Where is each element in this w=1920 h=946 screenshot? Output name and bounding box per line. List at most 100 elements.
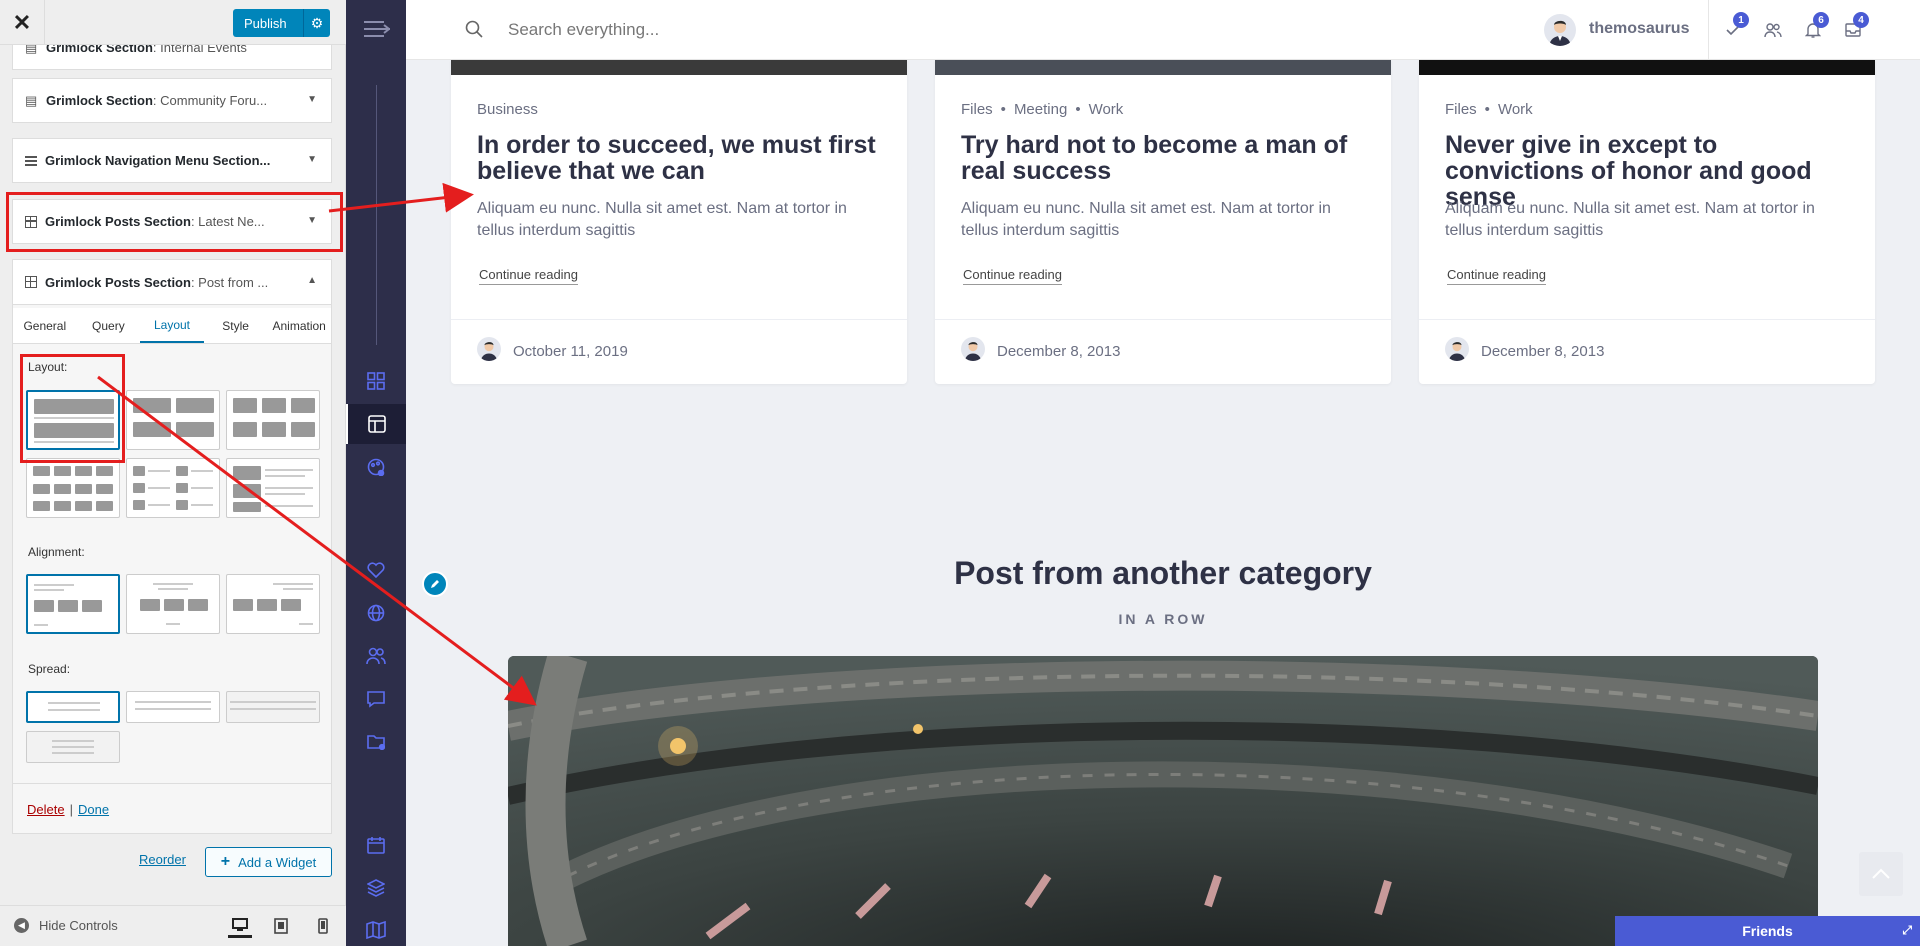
avatar[interactable] [1544, 14, 1576, 46]
section-sub: : Community Foru... [152, 93, 268, 108]
grid-icon [25, 276, 37, 288]
section-row-community-forum[interactable]: ▤ Grimlock Section: Community Foru... ▼ [12, 78, 332, 123]
chat-icon[interactable] [346, 679, 406, 719]
globe-icon[interactable] [346, 593, 406, 633]
widget-header[interactable]: Grimlock Posts Section: Post from ... ▲ [13, 260, 331, 305]
publish-label: Publish [244, 15, 287, 31]
reorder-link[interactable]: Reorder [139, 852, 186, 867]
friends-label: Friends [1742, 923, 1793, 939]
palette-icon[interactable] [346, 447, 406, 487]
tasks-badge: 1 [1733, 12, 1749, 28]
author-avatar[interactable] [1445, 337, 1469, 361]
separator: | [69, 801, 73, 817]
tab-style[interactable]: Style [204, 308, 268, 343]
layers-icon[interactable] [346, 868, 406, 908]
post-date: October 11, 2019 [513, 343, 628, 360]
spread-option-narrow[interactable] [26, 691, 120, 723]
tab-query[interactable]: Query [77, 308, 141, 343]
category-link[interactable]: Meeting [1014, 101, 1067, 118]
post-excerpt: Aliquam eu nunc. Nulla sit amet est. Nam… [477, 200, 847, 239]
add-widget-button[interactable]: + Add a Widget [205, 847, 332, 877]
alignment-option-left[interactable] [26, 574, 120, 634]
widget-name: Grimlock Posts Section [45, 274, 191, 290]
section-subtitle: IN A ROW [1118, 611, 1208, 627]
continue-reading-link[interactable]: Continue reading [1447, 267, 1547, 285]
category-link[interactable]: Files [961, 101, 993, 118]
continue-reading-link[interactable]: Continue reading [479, 267, 579, 285]
post-categories: Files • Work [1445, 101, 1533, 118]
alignment-option-right[interactable] [226, 574, 320, 634]
tablet-preview-icon[interactable] [269, 914, 293, 938]
layout-option-list-2col[interactable] [126, 458, 220, 518]
folder-icon[interactable] [346, 722, 406, 762]
category-link[interactable]: Work [1089, 101, 1124, 118]
caret-up-icon[interactable]: ▲ [307, 275, 317, 286]
section-row-navigation-menu[interactable]: Grimlock Navigation Menu Section... ▼ [12, 138, 332, 183]
tasks-icon[interactable]: 1 [1723, 12, 1749, 40]
nav-rail [346, 0, 406, 946]
notifications-icon[interactable]: 6 [1803, 12, 1829, 40]
heart-icon[interactable] [346, 550, 406, 590]
back-to-top-button[interactable] [1859, 852, 1903, 896]
layout-icon[interactable] [346, 404, 406, 444]
desktop-preview-icon[interactable] [228, 914, 252, 938]
author-avatar[interactable] [961, 337, 985, 361]
close-customizer-button[interactable]: ✕ [0, 0, 45, 45]
continue-reading-link[interactable]: Continue reading [963, 267, 1063, 285]
divider [1708, 0, 1709, 60]
add-widget-label: Add a Widget [238, 854, 317, 870]
messages-badge: 4 [1853, 12, 1869, 28]
author-avatar[interactable] [477, 337, 501, 361]
tab-layout[interactable]: Layout [140, 308, 204, 343]
mobile-preview-icon[interactable] [311, 914, 335, 938]
menu-toggle-icon[interactable] [364, 20, 391, 38]
username[interactable]: themosaurus [1589, 20, 1689, 38]
collapse-icon: ◀ [14, 918, 29, 933]
layout-option-list[interactable] [226, 458, 320, 518]
annotation-highlight-box [6, 192, 343, 252]
annotation-highlight-box [20, 354, 125, 463]
members-icon[interactable] [346, 636, 406, 676]
spread-option-full[interactable] [26, 731, 120, 763]
gear-icon[interactable]: ⚙ [303, 9, 330, 37]
layout-option-2col[interactable] [126, 390, 220, 450]
divider [451, 319, 907, 320]
post-image[interactable] [451, 60, 907, 75]
divider [935, 319, 1391, 320]
search-input[interactable] [508, 18, 908, 42]
done-link[interactable]: Done [78, 802, 109, 817]
messages-icon[interactable]: 4 [1843, 12, 1869, 40]
caret-down-icon[interactable]: ▼ [307, 154, 317, 165]
post-excerpt: Aliquam eu nunc. Nulla sit amet est. Nam… [961, 200, 1331, 239]
expand-icon[interactable]: ⤢ [1902, 923, 1912, 938]
post-title[interactable]: In order to succeed, we must first belie… [477, 132, 887, 184]
caret-down-icon[interactable]: ▼ [307, 94, 317, 105]
hide-controls-button[interactable]: ◀ Hide Controls [14, 918, 118, 933]
category-link[interactable]: Business [477, 101, 538, 118]
post-image[interactable] [1419, 60, 1875, 75]
post-categories: Business [477, 101, 538, 118]
post-image[interactable] [935, 60, 1391, 75]
category-link[interactable]: Work [1498, 101, 1533, 118]
delete-link[interactable]: Delete [27, 802, 65, 817]
spread-option-medium[interactable] [126, 691, 220, 723]
featured-post-image[interactable] [508, 656, 1818, 946]
layout-option-4col[interactable] [26, 458, 120, 518]
category-link[interactable]: Files [1445, 101, 1477, 118]
section-title: Post from another category [954, 555, 1372, 591]
calendar-icon[interactable] [346, 825, 406, 865]
notifications-badge: 6 [1813, 12, 1829, 28]
publish-button[interactable]: Publish ⚙ [233, 9, 330, 37]
friends-chat-bar[interactable]: Friends ⤢ [1615, 916, 1920, 946]
tab-general[interactable]: General [13, 308, 77, 343]
layout-option-3col[interactable] [226, 390, 320, 450]
map-icon[interactable] [346, 910, 406, 946]
rail-divider [376, 85, 377, 345]
friends-icon[interactable] [1763, 20, 1783, 40]
tab-animation[interactable]: Animation [267, 308, 331, 343]
bullet: • [1075, 101, 1081, 118]
dashboard-icon[interactable] [346, 361, 406, 401]
post-title[interactable]: Try hard not to become a man of real suc… [961, 132, 1371, 184]
spread-option-wide[interactable] [226, 691, 320, 723]
alignment-option-center[interactable] [126, 574, 220, 634]
